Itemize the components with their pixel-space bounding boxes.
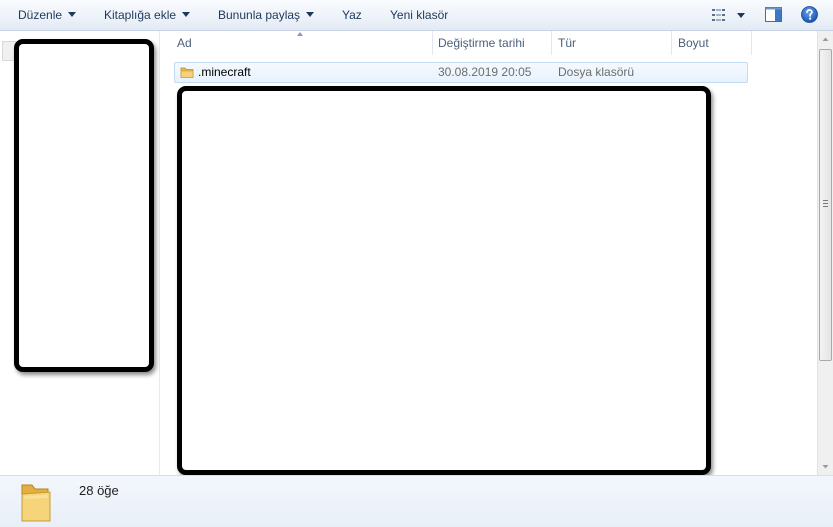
file-modified: 30.08.2019 20:05 bbox=[438, 65, 532, 79]
column-header-size-label: Boyut bbox=[678, 36, 709, 50]
view-options-chevron-icon[interactable] bbox=[737, 13, 745, 18]
view-options-icon[interactable] bbox=[712, 9, 728, 21]
share-with-button[interactable]: Bununla paylaş bbox=[218, 0, 315, 30]
add-to-library-button[interactable]: Kitaplığa ekle bbox=[104, 0, 191, 30]
scroll-down-button[interactable] bbox=[818, 459, 833, 475]
column-header-modified[interactable]: Değiştirme tarihi bbox=[430, 31, 552, 55]
file-list-view[interactable]: Ad Değiştirme tarihi Tür Boyut .minecraf… bbox=[160, 31, 817, 475]
help-icon[interactable] bbox=[801, 6, 818, 23]
share-with-label: Bununla paylaş bbox=[218, 8, 301, 22]
new-folder-button[interactable]: Yeni klasör bbox=[390, 0, 448, 30]
file-name: .minecraft bbox=[198, 65, 251, 79]
organize-menu-button[interactable]: Düzenle bbox=[18, 0, 77, 30]
folder-icon bbox=[21, 484, 51, 522]
column-header-type[interactable]: Tür bbox=[550, 31, 672, 55]
new-folder-label: Yeni klasör bbox=[390, 8, 449, 22]
preview-pane-icon[interactable] bbox=[765, 7, 782, 22]
column-headers: Ad Değiştirme tarihi Tür Boyut bbox=[160, 31, 817, 56]
column-header-name-label: Ad bbox=[177, 36, 192, 50]
table-row[interactable]: .minecraft 30.08.2019 20:05 Dosya klasör… bbox=[174, 62, 748, 83]
chevron-down-icon bbox=[182, 12, 191, 18]
grip-icon bbox=[823, 200, 828, 207]
navigation-pane[interactable] bbox=[0, 31, 160, 475]
chevron-down-icon bbox=[306, 12, 315, 18]
burn-label: Yaz bbox=[342, 8, 362, 22]
folder-icon bbox=[180, 67, 194, 78]
scroll-up-button[interactable] bbox=[818, 31, 833, 47]
command-bar: Düzenle Kitaplığa ekle Bununla paylaş Ya… bbox=[0, 0, 833, 31]
redaction-box-file-list bbox=[177, 86, 711, 475]
chevron-down-icon bbox=[68, 12, 77, 18]
item-count: 28 öğe bbox=[79, 483, 119, 498]
vertical-scrollbar[interactable] bbox=[817, 31, 833, 475]
column-header-modified-label: Değiştirme tarihi bbox=[438, 36, 525, 50]
organize-label: Düzenle bbox=[18, 8, 63, 22]
scrollbar-thumb[interactable] bbox=[819, 49, 832, 361]
explorer-window: Düzenle Kitaplığa ekle Bununla paylaş Ya… bbox=[0, 0, 833, 527]
details-pane: 28 öğe bbox=[0, 475, 833, 527]
column-header-type-label: Tür bbox=[558, 36, 576, 50]
add-to-library-label: Kitaplığa ekle bbox=[104, 8, 177, 22]
redaction-box-navigation bbox=[14, 39, 154, 372]
file-type: Dosya klasörü bbox=[558, 65, 635, 79]
column-header-size[interactable]: Boyut bbox=[670, 31, 752, 55]
sort-ascending-icon bbox=[297, 32, 303, 36]
burn-button[interactable]: Yaz bbox=[342, 0, 362, 30]
